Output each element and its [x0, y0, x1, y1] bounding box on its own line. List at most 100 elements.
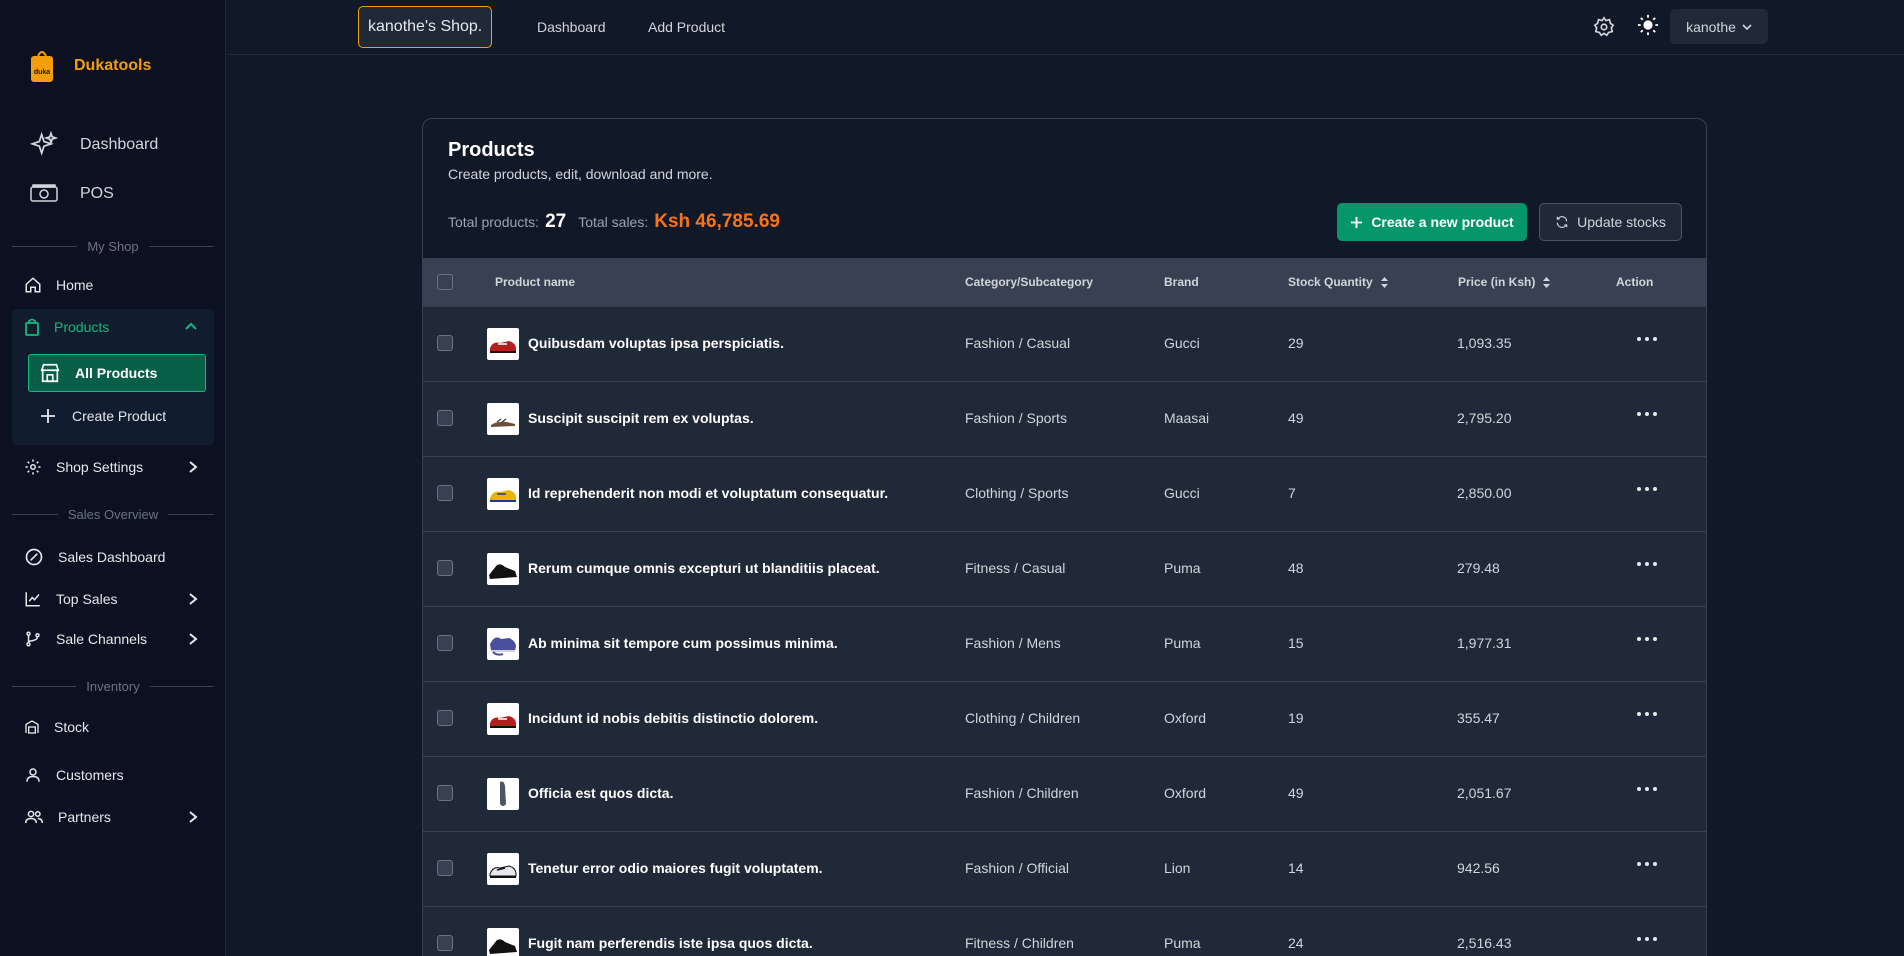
user-icon — [26, 768, 40, 782]
product-price: 2,795.20 — [1457, 410, 1512, 426]
sun-icon[interactable] — [1637, 14, 1659, 36]
row-actions-menu-icon[interactable] — [1637, 862, 1657, 866]
nav-dashboard[interactable]: Dashboard — [30, 131, 158, 159]
product-name[interactable]: Officia est quos dicta. — [528, 785, 673, 801]
brand[interactable]: duka Dukatools — [28, 48, 151, 84]
product-brand: Gucci — [1164, 485, 1200, 501]
select-all-checkbox[interactable] — [437, 274, 453, 290]
row-actions-menu-icon[interactable] — [1637, 637, 1657, 641]
update-stocks-button[interactable]: Update stocks — [1539, 203, 1682, 241]
nav-stock[interactable]: Stock — [12, 711, 214, 743]
gear-icon — [25, 459, 41, 475]
nav-products[interactable]: Products — [12, 309, 214, 345]
shop-switcher-button[interactable]: kanothe's Shop. — [358, 6, 493, 48]
home-icon — [25, 277, 41, 293]
product-stock: 15 — [1288, 635, 1304, 651]
nav-home[interactable]: Home — [12, 269, 214, 301]
product-thumbnail — [487, 778, 519, 810]
row-actions-menu-icon[interactable] — [1637, 937, 1657, 941]
col-product-name: Product name — [495, 275, 576, 289]
top-link-add-product[interactable]: Add Product — [648, 19, 725, 35]
product-name[interactable]: Suscipit suscipit rem ex voluptas. — [528, 410, 754, 426]
product-stock: 49 — [1288, 410, 1304, 426]
row-checkbox[interactable] — [437, 860, 453, 876]
warehouse-icon — [25, 720, 39, 734]
row-checkbox[interactable] — [437, 935, 453, 951]
table-row[interactable]: Tenetur error odio maiores fugit volupta… — [423, 831, 1706, 906]
table-row[interactable]: Fugit nam perferendis iste ipsa quos dic… — [423, 906, 1706, 956]
product-stock: 49 — [1288, 785, 1304, 801]
product-name[interactable]: Incidunt id nobis debitis distinctio dol… — [528, 710, 818, 726]
chevron-up-icon — [185, 322, 197, 330]
table-row[interactable]: Ab minima sit tempore cum possimus minim… — [423, 606, 1706, 681]
shopping-bag-icon — [25, 318, 39, 336]
row-checkbox[interactable] — [437, 485, 453, 501]
col-action: Action — [1616, 275, 1654, 289]
product-name[interactable]: Rerum cumque omnis excepturi ut blanditi… — [528, 560, 880, 576]
product-thumbnail — [487, 703, 519, 735]
nav-shop-settings[interactable]: Shop Settings — [12, 451, 214, 483]
create-product-button[interactable]: Create a new product — [1337, 203, 1527, 241]
col-category: Category/Subcategory — [965, 275, 1094, 289]
table-row[interactable]: Officia est quos dicta. Fashion / Childre… — [423, 756, 1706, 831]
table-row[interactable]: Suscipit suscipit rem ex voluptas. Fashio… — [423, 381, 1706, 456]
table-row[interactable]: Incidunt id nobis debitis distinctio dol… — [423, 681, 1706, 756]
product-price: 2,051.67 — [1457, 785, 1512, 801]
row-actions-menu-icon[interactable] — [1637, 712, 1657, 716]
total-sales-value: Ksh 46,785.69 — [654, 211, 780, 232]
settings-gear-icon[interactable] — [1593, 16, 1615, 38]
nav-customers-label: Customers — [56, 767, 124, 783]
product-stock: 24 — [1288, 935, 1304, 951]
product-name[interactable]: Quibusdam voluptas ipsa perspiciatis. — [528, 335, 784, 351]
product-category: Fashion / Mens — [965, 635, 1061, 651]
row-actions-menu-icon[interactable] — [1637, 487, 1657, 491]
nav-top-sales[interactable]: Top Sales — [12, 583, 214, 615]
product-price: 2,850.00 — [1457, 485, 1512, 501]
git-branch-icon — [26, 631, 40, 647]
product-brand: Oxford — [1164, 785, 1207, 801]
top-link-dashboard[interactable]: Dashboard — [537, 19, 606, 35]
sort-icon[interactable] — [1380, 276, 1388, 288]
col-stock-quantity[interactable]: Stock Quantity — [1288, 275, 1388, 289]
refresh-icon — [1556, 216, 1568, 228]
product-category: Fitness / Children — [965, 935, 1074, 951]
nav-customers[interactable]: Customers — [12, 759, 214, 791]
product-stock: 48 — [1288, 560, 1304, 576]
product-stock: 14 — [1288, 860, 1304, 876]
table-row[interactable]: Id reprehenderit non modi et voluptatum … — [423, 456, 1706, 531]
nav-partners[interactable]: Partners — [12, 801, 214, 833]
product-name[interactable]: Ab minima sit tempore cum possimus minim… — [528, 635, 838, 651]
total-products-label: Total products: — [448, 214, 540, 230]
user-menu-button[interactable]: kanothe — [1670, 9, 1768, 44]
row-checkbox[interactable] — [437, 410, 453, 426]
nav-sales-dashboard[interactable]: Sales Dashboard — [12, 541, 214, 573]
row-actions-menu-icon[interactable] — [1637, 412, 1657, 416]
row-checkbox[interactable] — [437, 710, 453, 726]
row-actions-menu-icon[interactable] — [1637, 562, 1657, 566]
product-name[interactable]: Id reprehenderit non modi et voluptatum … — [528, 485, 888, 501]
chevron-right-icon — [189, 811, 198, 823]
row-checkbox[interactable] — [437, 785, 453, 801]
table-row[interactable]: Rerum cumque omnis excepturi ut blanditi… — [423, 531, 1706, 606]
nav-pos[interactable]: POS — [30, 183, 114, 205]
product-brand: Puma — [1164, 635, 1201, 651]
product-thumbnail — [487, 553, 519, 585]
row-actions-menu-icon[interactable] — [1637, 787, 1657, 791]
product-name[interactable]: Tenetur error odio maiores fugit volupta… — [528, 860, 823, 876]
nav-create-product[interactable]: Create Product — [28, 398, 206, 434]
product-price: 1,093.35 — [1457, 335, 1512, 351]
row-checkbox[interactable] — [437, 560, 453, 576]
sort-icon[interactable] — [1543, 276, 1551, 288]
row-checkbox[interactable] — [437, 635, 453, 651]
row-actions-menu-icon[interactable] — [1637, 337, 1657, 341]
nav-all-products[interactable]: All Products — [28, 354, 206, 392]
product-name[interactable]: Fugit nam perferendis iste ipsa quos dic… — [528, 935, 813, 951]
table-row[interactable]: Quibusdam voluptas ipsa perspiciatis. Fas… — [423, 306, 1706, 381]
products-group: Products All Products Create Product — [12, 309, 214, 445]
row-checkbox[interactable] — [437, 335, 453, 351]
col-price[interactable]: Price (in Ksh) — [1458, 275, 1551, 289]
line-chart-icon — [25, 592, 40, 607]
nav-sale-channels[interactable]: Sale Channels — [12, 623, 214, 655]
sidebar: duka Dukatools Dashboard POS My Shop Hom… — [0, 0, 226, 956]
nav-top-sales-label: Top Sales — [56, 591, 118, 607]
